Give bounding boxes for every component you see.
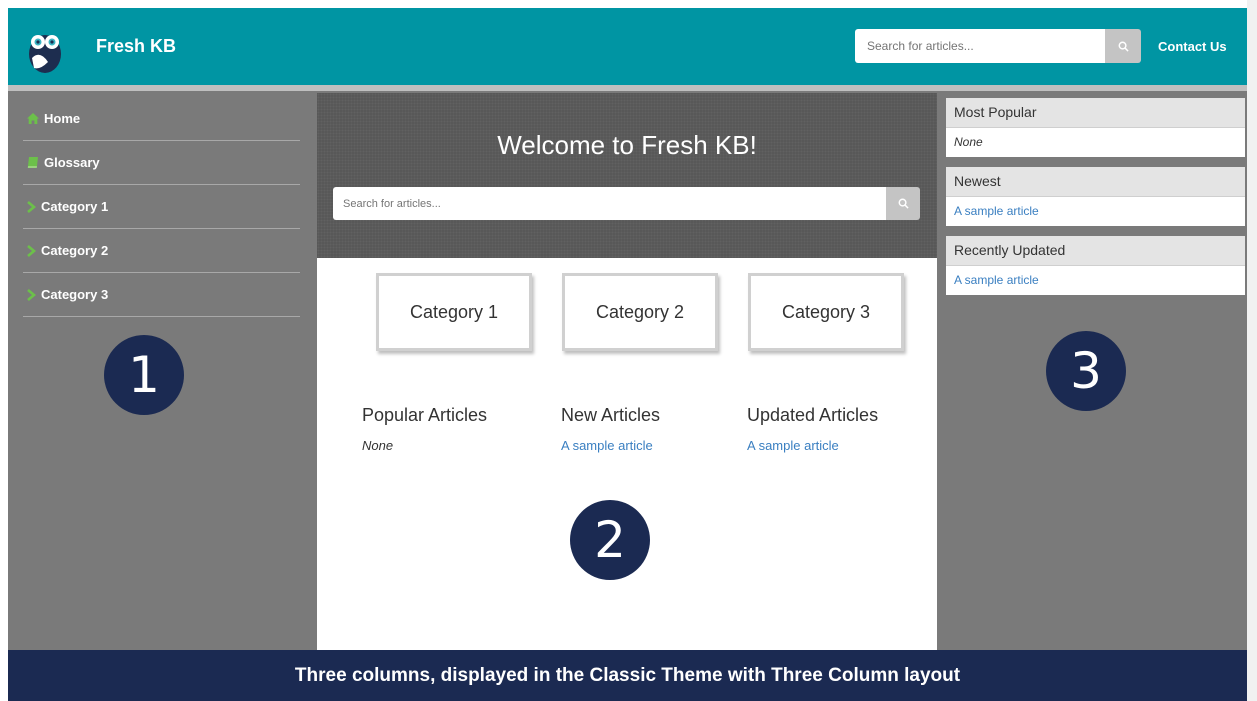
panel-value: None xyxy=(954,135,983,149)
home-icon xyxy=(27,113,39,124)
recently-updated-article-link[interactable]: A sample article xyxy=(946,266,1245,295)
new-articles-heading: New Articles xyxy=(561,405,661,425)
search-icon xyxy=(898,198,909,209)
sidebar-item-label: Home xyxy=(44,111,81,126)
sidebar-item-label: Category 1 xyxy=(41,199,109,214)
most-popular-panel: Most Popular None xyxy=(946,98,1245,157)
sidebar-item-glossary[interactable]: Glossary xyxy=(23,141,300,185)
sidebar-item-label: Category 3 xyxy=(41,287,109,302)
brand-title[interactable]: Fresh KB xyxy=(96,36,176,57)
updated-article-link[interactable]: A sample article xyxy=(747,438,839,453)
contact-us-link[interactable]: Contact Us xyxy=(1158,39,1227,54)
book-icon xyxy=(27,157,38,168)
top-bar: Fresh KB Contact Us xyxy=(8,8,1247,91)
recently-updated-panel: Recently Updated A sample article xyxy=(946,236,1245,295)
panel-title: Recently Updated xyxy=(946,236,1245,266)
header-search-input[interactable] xyxy=(855,29,1105,63)
column-marker-3: 3 xyxy=(1046,331,1126,411)
category-card-1[interactable]: Category 1 xyxy=(376,273,532,351)
popular-articles-heading: Popular Articles xyxy=(362,405,488,425)
owl-logo-icon[interactable] xyxy=(26,28,64,74)
chevron-right-icon xyxy=(27,200,36,213)
header-search-button[interactable] xyxy=(1105,29,1141,63)
app-frame: Fresh KB Contact Us Home Glossary xyxy=(8,8,1247,701)
column-marker-1: 1 xyxy=(104,335,184,415)
caption-banner: Three columns, displayed in the Classic … xyxy=(8,650,1247,701)
category-card-2[interactable]: Category 2 xyxy=(562,273,718,351)
search-icon xyxy=(1118,41,1129,52)
newest-article-link[interactable]: A sample article xyxy=(946,197,1245,226)
left-sidebar: Home Glossary Category 1 Category 2 Cate… xyxy=(23,97,300,317)
chevron-right-icon xyxy=(27,244,36,257)
sidebar-item-home[interactable]: Home xyxy=(23,97,300,141)
main-content: Welcome to Fresh KB! Category 1 Category… xyxy=(317,93,937,650)
hero-search-button[interactable] xyxy=(886,187,920,220)
chevron-right-icon xyxy=(27,288,36,301)
column-marker-2: 2 xyxy=(570,500,650,580)
sidebar-item-category-1[interactable]: Category 1 xyxy=(23,185,300,229)
panel-title: Most Popular xyxy=(946,98,1245,128)
newest-panel: Newest A sample article xyxy=(946,167,1245,226)
sidebar-item-category-3[interactable]: Category 3 xyxy=(23,273,300,317)
page-title: Welcome to Fresh KB! xyxy=(497,130,757,160)
popular-articles-value: None xyxy=(362,438,394,453)
panel-title: Newest xyxy=(946,167,1245,197)
hero-banner: Welcome to Fresh KB! xyxy=(317,93,937,258)
sidebar-item-category-2[interactable]: Category 2 xyxy=(23,229,300,273)
sidebar-item-label: Glossary xyxy=(44,155,100,170)
new-article-link[interactable]: A sample article xyxy=(561,438,653,453)
category-card-3[interactable]: Category 3 xyxy=(748,273,904,351)
updated-articles-heading: Updated Articles xyxy=(747,405,879,425)
page-scrollbar[interactable] xyxy=(1247,0,1257,701)
hero-search-input[interactable] xyxy=(333,187,886,220)
sidebar-item-label: Category 2 xyxy=(41,243,109,258)
